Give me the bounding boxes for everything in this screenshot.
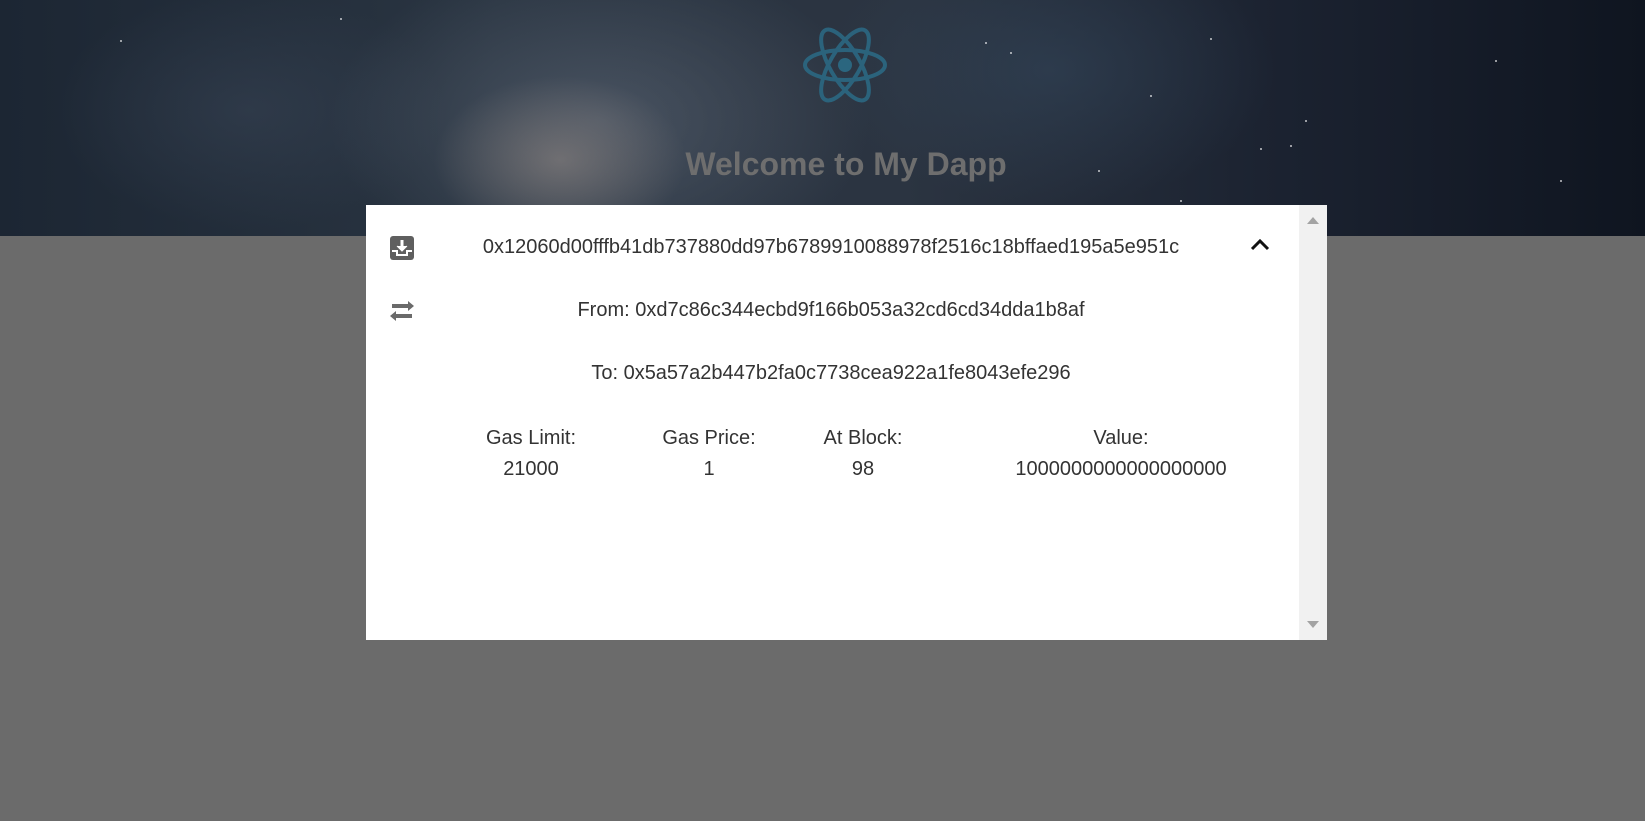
at-block-value: 98 bbox=[851, 458, 875, 480]
vertical-scrollbar[interactable] bbox=[1299, 205, 1327, 640]
gas-price-label: Gas Price: bbox=[662, 427, 756, 449]
gas-price-value: 1 bbox=[703, 458, 715, 480]
scroll-up-arrow-icon[interactable] bbox=[1307, 217, 1319, 224]
value-amount: 1000000000000000000 bbox=[1015, 458, 1227, 480]
page-title: Welcome to My Dapp bbox=[685, 146, 1007, 182]
to-address: To: 0x5a57a2b447b2fa0c7738cea922a1fe8043… bbox=[591, 362, 1071, 384]
gas-limit-label: Gas Limit: bbox=[485, 427, 577, 449]
react-atom-icon bbox=[803, 27, 887, 103]
from-address: From: 0xd7c86c344ecbd9f166b053a32cd6cd34… bbox=[577, 299, 1085, 321]
download-box-icon bbox=[390, 236, 414, 260]
scroll-down-arrow-icon[interactable] bbox=[1307, 621, 1319, 628]
at-block-stat: At Block: 98 bbox=[803, 423, 923, 485]
hero-banner: Welcome to My Dapp bbox=[0, 0, 1645, 236]
gas-limit-stat: Gas Limit: 21000 bbox=[471, 423, 591, 485]
at-block-label: At Block: bbox=[823, 427, 903, 449]
gas-price-stat: Gas Price: 1 bbox=[649, 423, 769, 485]
transaction-hash: 0x12060d00fffb41db737880dd97b67899100889… bbox=[482, 236, 1180, 258]
value-stat: Value: 1000000000000000000 bbox=[986, 423, 1256, 485]
value-label: Value: bbox=[1093, 427, 1149, 449]
gas-limit-value: 21000 bbox=[503, 458, 559, 480]
transaction-panel[interactable]: 0x12060d00fffb41db737880dd97b67899100889… bbox=[366, 205, 1327, 640]
chevron-up-icon[interactable] bbox=[1246, 233, 1274, 257]
swap-arrows-icon bbox=[390, 301, 414, 321]
